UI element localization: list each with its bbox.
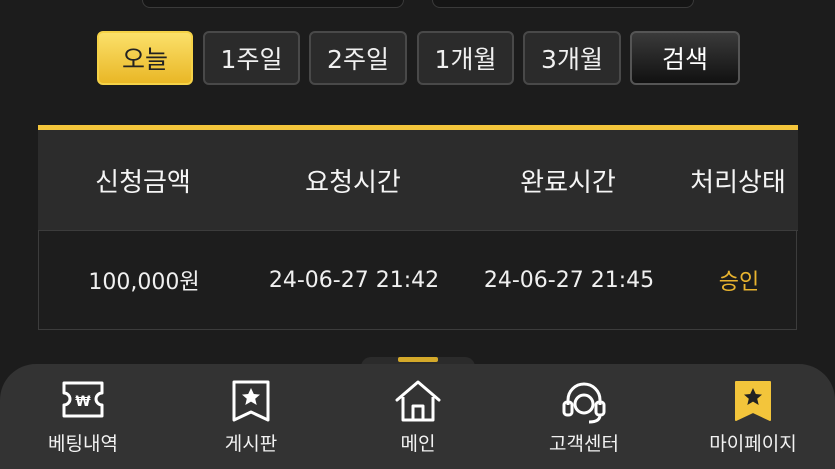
filter-1month-button[interactable]: 1개월 [417, 31, 514, 85]
date-end-input[interactable] [432, 0, 694, 8]
betting-ticket-icon: ₩ [62, 381, 104, 418]
filter-1week-button[interactable]: 1주일 [203, 31, 300, 85]
tab-handle [398, 357, 438, 362]
header-request-time: 요청시간 [305, 167, 401, 198]
header-complete-time: 완료시간 [520, 167, 616, 198]
bottom-nav: ₩ 베팅내역 게시판 메인 고객센터 마이페이지 [0, 364, 835, 469]
nav-label-main: 메인 [400, 433, 436, 455]
nav-label-mypage: 마이페이지 [709, 433, 797, 455]
nav-item-betting[interactable]: ₩ 베팅내역 [22, 364, 144, 469]
nav-item-mypage[interactable]: 마이페이지 [690, 364, 816, 469]
board-icon [232, 380, 270, 422]
date-start-input[interactable] [142, 0, 404, 8]
row-complete-time: 24-06-27 21:45 [483, 267, 655, 293]
table-row: 100,000원 24-06-27 21:42 24-06-27 21:45 승… [38, 231, 797, 330]
filter-2week-button[interactable]: 2주일 [309, 31, 407, 85]
search-button[interactable]: 검색 [630, 31, 740, 85]
row-amount: 100,000원 [88, 270, 200, 295]
nav-label-board: 게시판 [224, 433, 278, 455]
status-badge: 승인 [718, 270, 760, 295]
filter-today-button[interactable]: 오늘 [97, 31, 193, 85]
nav-label-betting: 베팅내역 [48, 433, 118, 455]
header-status: 처리상태 [690, 167, 786, 198]
row-request-time: 24-06-27 21:42 [268, 267, 440, 293]
nav-item-main[interactable]: 메인 [357, 364, 479, 469]
mypage-star-icon [735, 381, 771, 421]
nav-item-board[interactable]: 게시판 [190, 364, 312, 469]
svg-text:₩: ₩ [75, 394, 91, 410]
filter-3month-button[interactable]: 3개월 [523, 31, 621, 85]
header-amount: 신청금액 [95, 167, 191, 198]
nav-label-support: 고객센터 [549, 433, 619, 455]
headset-icon [562, 382, 606, 424]
home-icon [395, 380, 441, 422]
withdraw-history-table: 신청금액 요청시간 완료시간 처리상태 100,000원 24-06-27 21… [38, 125, 798, 330]
nav-item-support[interactable]: 고객센터 [523, 364, 645, 469]
table-header: 신청금액 요청시간 완료시간 처리상태 [38, 130, 798, 231]
